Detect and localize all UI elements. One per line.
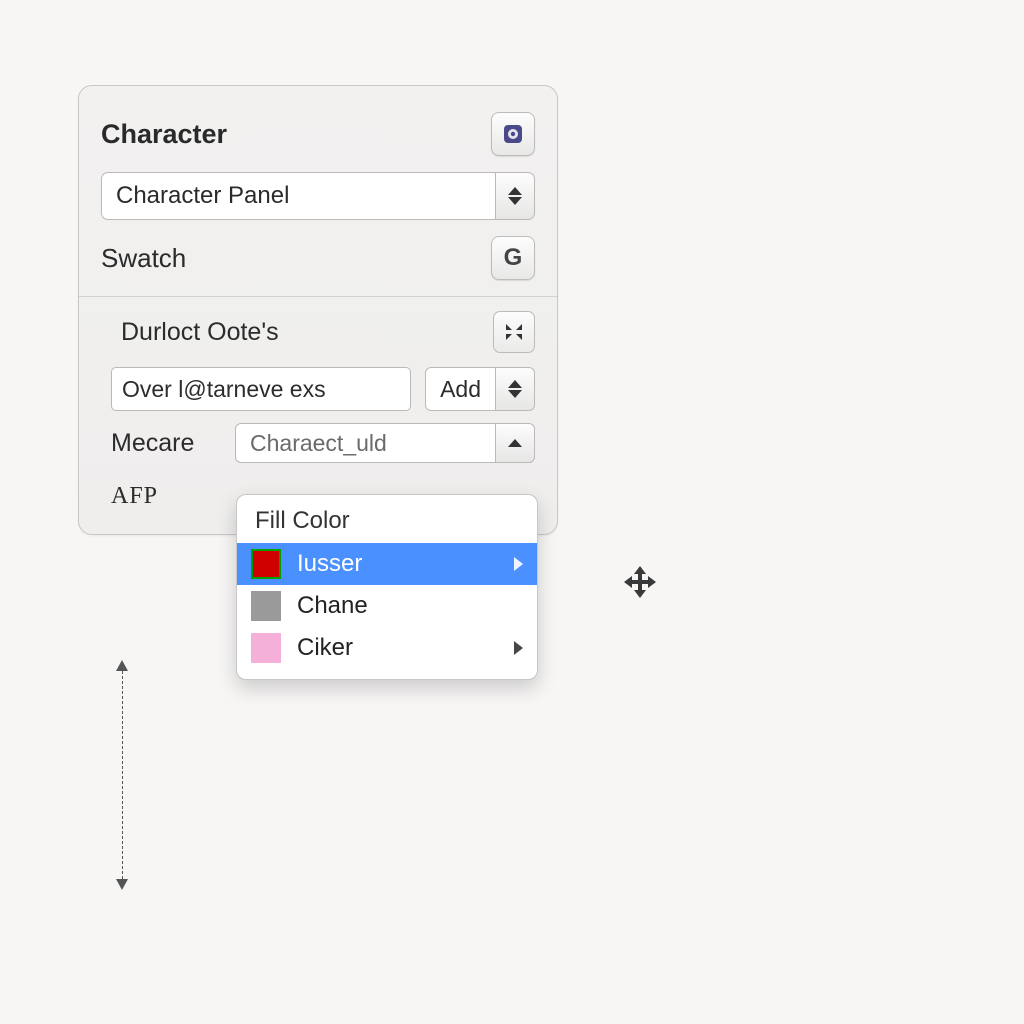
swatch-pink-icon <box>251 633 281 663</box>
arrow-up-icon <box>116 660 128 671</box>
popup-item-chane[interactable]: Chane <box>237 585 537 627</box>
swatch-label: Swatch <box>101 243 491 274</box>
fill-color-popup: Fill Color Iusser Chane Ciker <box>236 494 538 680</box>
add-stepper-buttons[interactable] <box>495 367 535 411</box>
popup-item-label: Ciker <box>297 634 353 662</box>
swatch-red-icon <box>251 549 281 579</box>
over-row: Over l@tarneve exs Add <box>79 361 557 417</box>
character-select-stepper[interactable] <box>495 172 535 220</box>
section2-label: Durloct Oote's <box>111 318 493 347</box>
resize-shaft <box>122 671 123 879</box>
arrow-down-icon <box>116 879 128 890</box>
swatch-gray-icon <box>251 591 281 621</box>
swatch-button[interactable]: G <box>491 236 535 280</box>
letter-g-icon: G <box>504 244 523 272</box>
chevron-up-icon <box>508 187 522 195</box>
add-stepper[interactable]: Add <box>425 367 535 411</box>
character-select-value: Character Panel <box>101 172 495 220</box>
submenu-arrow-icon <box>514 557 523 571</box>
mecare-row: Mecare Charaect_uld <box>79 417 557 469</box>
popup-item-iusser[interactable]: Iusser <box>237 543 537 585</box>
popup-item-ciker[interactable]: Ciker <box>237 627 537 669</box>
popup-item-label: Iusser <box>297 550 362 578</box>
popup-title: Fill Color <box>237 503 537 543</box>
chevron-up-icon <box>508 439 522 447</box>
chevron-up-icon <box>508 380 522 388</box>
vertical-resize-indicator[interactable] <box>114 660 130 890</box>
move-cursor-icon <box>620 562 660 602</box>
chevron-down-icon <box>508 197 522 205</box>
over-input[interactable]: Over l@tarneve exs <box>111 367 411 411</box>
character-select[interactable]: Character Panel <box>101 172 535 220</box>
submenu-arrow-icon <box>514 641 523 655</box>
panel-divider <box>79 296 557 297</box>
section2-row: Durloct Oote's <box>79 303 557 361</box>
character-select-row: Character Panel <box>79 164 557 228</box>
panel-menu-button[interactable] <box>491 112 535 156</box>
swatch-row: Swatch G <box>79 228 557 288</box>
panel-header-row: Character <box>79 104 557 164</box>
mecare-label: Mecare <box>111 429 221 458</box>
mecare-select[interactable]: Charaect_uld <box>235 423 535 463</box>
add-label: Add <box>425 367 495 411</box>
character-panel: Character Character Panel Swatch G Durlo… <box>78 85 558 535</box>
popup-item-label: Chane <box>297 592 368 620</box>
chevron-down-icon <box>508 390 522 398</box>
collapse-icon <box>504 322 524 342</box>
camera-icon <box>501 122 525 146</box>
panel-title: Character <box>101 119 491 150</box>
collapse-button[interactable] <box>493 311 535 353</box>
mecare-select-value: Charaect_uld <box>235 423 495 463</box>
mecare-stepper[interactable] <box>495 423 535 463</box>
